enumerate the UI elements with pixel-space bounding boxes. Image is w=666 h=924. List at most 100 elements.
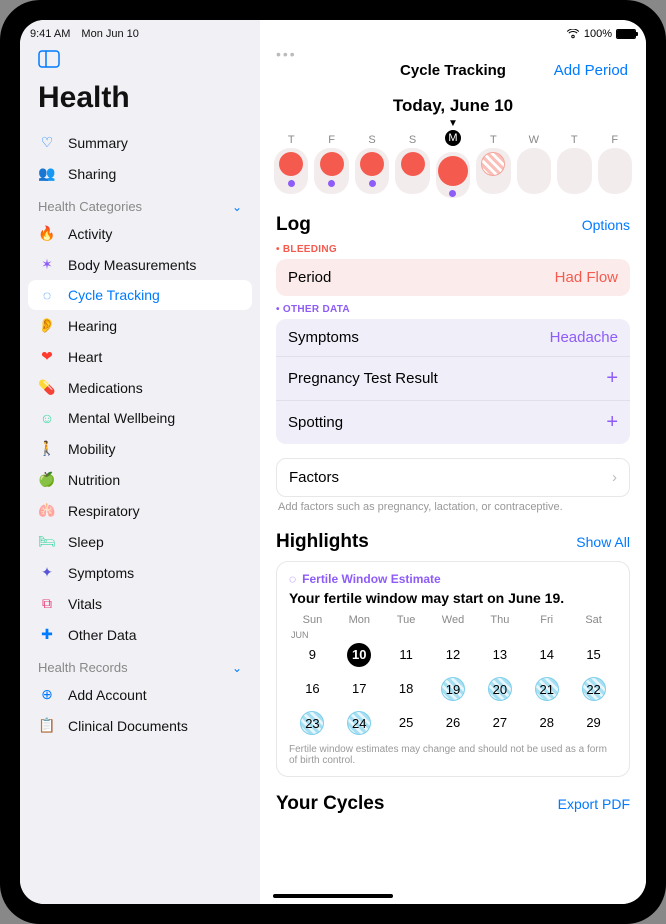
add-circle-icon: ⊕	[38, 686, 56, 703]
sidebar-item-label: Clinical Documents	[68, 718, 188, 734]
clipboard-icon: 📋	[38, 717, 56, 734]
sidebar-item-symptoms[interactable]: ✦ Symptoms	[20, 557, 260, 588]
plus-icon: ✚	[38, 626, 56, 643]
day-col[interactable]: T	[557, 130, 591, 198]
status-bar: 9:41 AM Mon Jun 10	[20, 20, 260, 44]
chevron-right-icon: ›	[612, 469, 617, 486]
sidebar-item-summary[interactable]: ♡ Summary	[20, 127, 260, 158]
log-header: Log	[276, 214, 311, 236]
sidebar-item-label: Medications	[68, 380, 143, 396]
calendar-cell[interactable]: 21	[523, 676, 570, 702]
calendar-cell[interactable]: 23	[289, 710, 336, 736]
body-icon: ✶	[38, 256, 56, 273]
status-date: Mon Jun 10	[81, 28, 138, 40]
day-col[interactable]: W	[517, 130, 551, 198]
section-health-records[interactable]: Health Records ⌄	[20, 650, 260, 679]
sidebar-item-sharing[interactable]: 👥 Sharing	[20, 158, 260, 189]
sidebar-item-label: Body Measurements	[68, 257, 196, 273]
day-col[interactable]: S	[395, 130, 429, 198]
day-col[interactable]: F	[314, 130, 348, 198]
sidebar-item-sleep[interactable]: 🛏 Sleep	[20, 526, 260, 557]
calendar-cell[interactable]: 18	[383, 676, 430, 702]
sidebar-item-label: Other Data	[68, 627, 136, 643]
calendar-cell[interactable]: 20	[476, 676, 523, 702]
calendar-cell[interactable]: 22	[570, 676, 617, 702]
bed-icon: 🛏	[38, 533, 56, 550]
calendar-cell[interactable]: 9	[289, 642, 336, 668]
triangle-down-icon: ▼	[260, 120, 646, 128]
your-cycles-header: Your Cycles	[276, 793, 384, 815]
sidebar-item-hearing[interactable]: 👂 Hearing	[20, 310, 260, 341]
calendar-cell[interactable]: 10	[336, 642, 383, 668]
sidebar-item-cycle-tracking[interactable]: ◌ Cycle Tracking	[28, 280, 252, 310]
sidebar-item-label: Vitals	[68, 596, 102, 612]
log-row-period[interactable]: Period Had Flow	[276, 259, 630, 296]
sidebar-item-label: Sleep	[68, 534, 104, 550]
calendar-cell[interactable]: 17	[336, 676, 383, 702]
flame-icon: 🔥	[38, 225, 56, 242]
battery-percent: 100%	[584, 28, 612, 40]
highlights-header: Highlights	[276, 531, 369, 553]
calendar-cell[interactable]: 13	[476, 642, 523, 668]
pill-icon: 💊	[38, 379, 56, 396]
fertile-window-title: Your fertile window may start on June 19…	[289, 590, 617, 606]
calendar-cell[interactable]: 11	[383, 642, 430, 668]
sidebar-item-vitals[interactable]: ⧉ Vitals	[20, 588, 260, 619]
sidebar-item-label: Add Account	[68, 687, 147, 703]
calendar-cell[interactable]: 28	[523, 710, 570, 736]
calendar-cell[interactable]: 19	[430, 676, 477, 702]
bleeding-card: Period Had Flow	[276, 259, 630, 296]
calendar-month-label: JUN	[291, 630, 617, 640]
sidebar-item-label: Mental Wellbeing	[68, 410, 175, 426]
log-row-symptoms[interactable]: Symptoms Headache	[276, 319, 630, 357]
day-col[interactable]: T	[476, 130, 510, 198]
sidebar-item-nutrition[interactable]: 🍏 Nutrition	[20, 464, 260, 495]
walk-icon: 🚶	[38, 440, 56, 457]
main-content: 100% ••• Cycle Tracking Add Period Today…	[260, 20, 646, 904]
sidebar-item-mental-wellbeing[interactable]: ☺ Mental Wellbeing	[20, 403, 260, 433]
sidebar-item-medications[interactable]: 💊 Medications	[20, 372, 260, 403]
sidebar-item-add-account[interactable]: ⊕ Add Account	[20, 679, 260, 710]
sidebar-item-body-measurements[interactable]: ✶ Body Measurements	[20, 249, 260, 280]
log-row-spotting[interactable]: Spotting +	[276, 401, 630, 444]
calendar-cell[interactable]: 14	[523, 642, 570, 668]
week-strip[interactable]: T F S S M	[260, 130, 646, 198]
sidebar-item-activity[interactable]: 🔥 Activity	[20, 218, 260, 249]
export-pdf-button[interactable]: Export PDF	[558, 796, 630, 812]
show-all-button[interactable]: Show All	[576, 534, 630, 550]
fertile-window-card[interactable]: ◌ Fertile Window Estimate Your fertile w…	[276, 561, 630, 777]
calendar-cell[interactable]: 25	[383, 710, 430, 736]
sidebar-item-other-data[interactable]: ✚ Other Data	[20, 619, 260, 650]
sidebar-item-clinical-documents[interactable]: 📋 Clinical Documents	[20, 710, 260, 741]
calendar-cell[interactable]: 24	[336, 710, 383, 736]
cycle-icon: ◌	[38, 287, 56, 303]
factors-row[interactable]: Factors ›	[277, 459, 629, 496]
day-col[interactable]: T	[274, 130, 308, 198]
sidebar-item-label: Nutrition	[68, 472, 120, 488]
day-col[interactable]: S	[355, 130, 389, 198]
chevron-down-icon: ⌄	[232, 200, 242, 214]
add-period-button[interactable]: Add Period	[554, 62, 628, 79]
calendar-cell[interactable]: 29	[570, 710, 617, 736]
sidebar-item-heart[interactable]: ❤ Heart	[20, 341, 260, 372]
day-col[interactable]: F	[598, 130, 632, 198]
sidebar-item-label: Sharing	[68, 166, 116, 182]
calendar-cell[interactable]: 27	[476, 710, 523, 736]
bleeding-label: • BLEEDING	[276, 244, 630, 255]
log-options-button[interactable]: Options	[582, 217, 630, 233]
day-col-today[interactable]: M	[436, 130, 470, 198]
heart-icon: ♡	[38, 134, 56, 151]
sidebar-item-label: Heart	[68, 349, 102, 365]
calendar-cell[interactable]: 15	[570, 642, 617, 668]
section-health-categories[interactable]: Health Categories ⌄	[20, 189, 260, 218]
factors-hint: Add factors such as pregnancy, lactation…	[276, 497, 630, 513]
calendar-cell[interactable]: 26	[430, 710, 477, 736]
sidebar-item-mobility[interactable]: 🚶 Mobility	[20, 433, 260, 464]
calendar-cell[interactable]: 16	[289, 676, 336, 702]
apple-icon: 🍏	[38, 471, 56, 488]
calendar-cell[interactable]: 12	[430, 642, 477, 668]
sidebar-item-respiratory[interactable]: 🫁 Respiratory	[20, 495, 260, 526]
log-row-pregnancy-test[interactable]: Pregnancy Test Result +	[276, 357, 630, 401]
sidebar-toggle-icon[interactable]	[38, 50, 60, 71]
home-indicator[interactable]	[273, 894, 393, 898]
